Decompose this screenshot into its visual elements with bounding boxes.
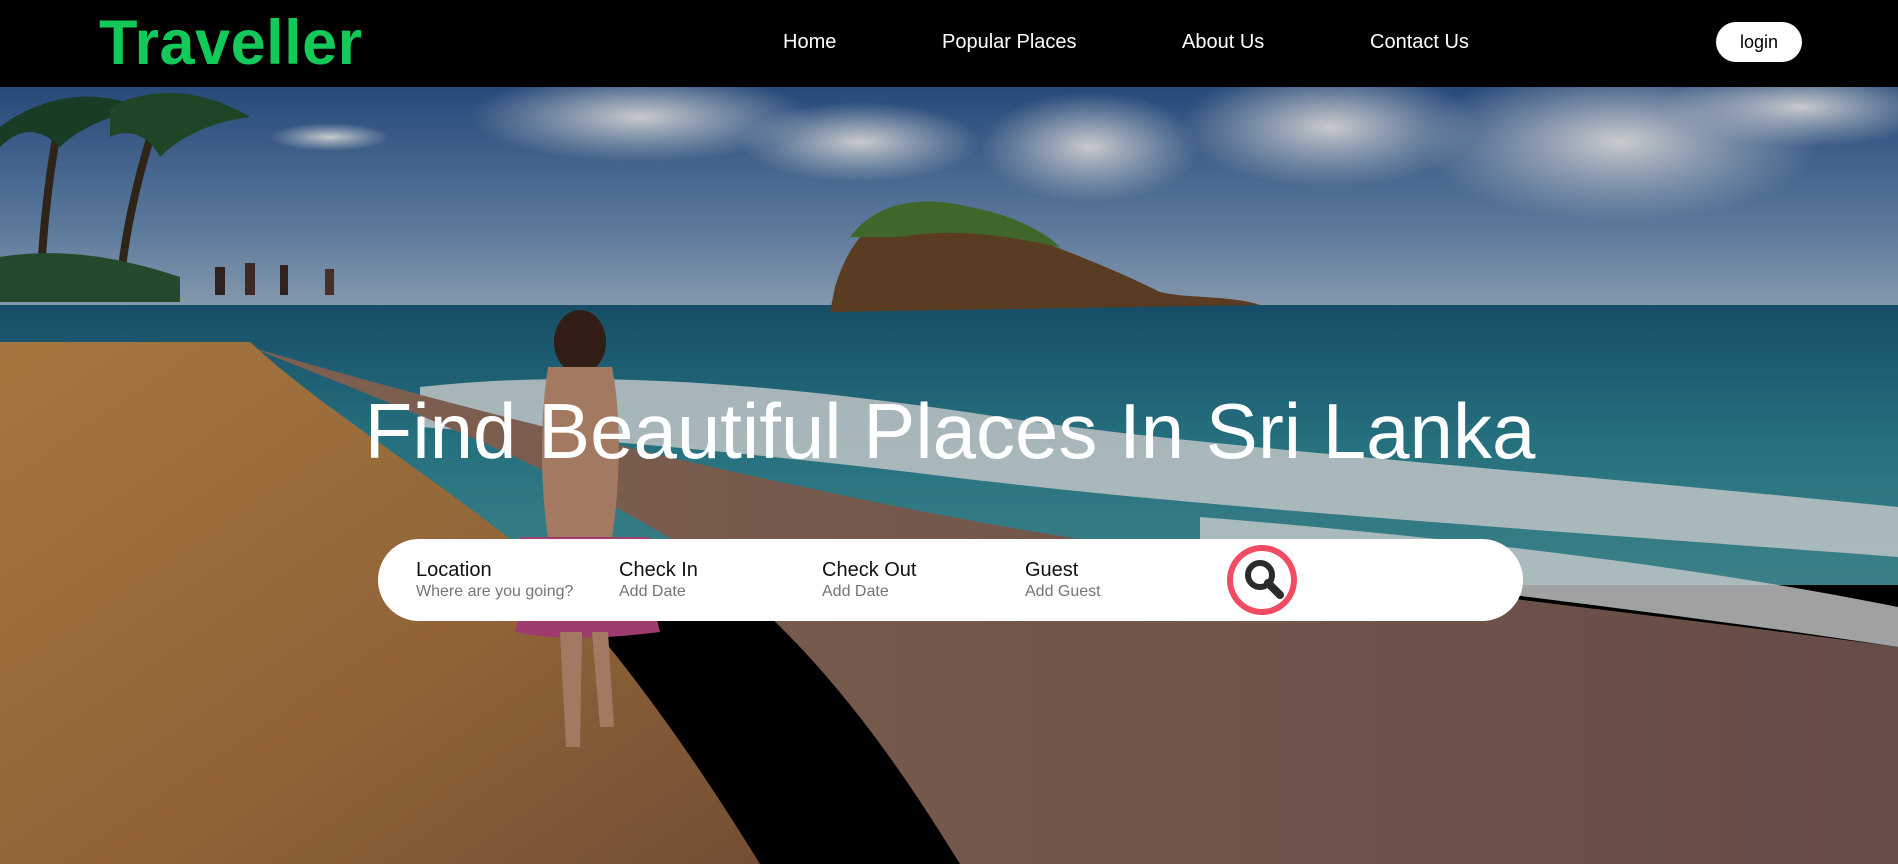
search-button-face: [1233, 551, 1291, 609]
nav-contact-us-link[interactable]: Contact Us: [1370, 30, 1469, 54]
guest-label: Guest: [1025, 559, 1079, 581]
check-in-label: Check In: [619, 559, 698, 581]
main-nav: Home Popular Places About Us Contact Us: [0, 0, 1898, 87]
top-navbar: Traveller Home Popular Places About Us C…: [0, 0, 1898, 87]
nav-about-us-link[interactable]: About Us: [1182, 30, 1264, 54]
check-out-field[interactable]: Check Out Add Date: [822, 558, 916, 601]
search-icon: [1245, 560, 1284, 599]
location-label: Location: [416, 559, 492, 581]
login-button[interactable]: login: [1716, 22, 1802, 62]
nav-home-link[interactable]: Home: [783, 30, 836, 54]
check-in-field[interactable]: Check In Add Date: [619, 558, 698, 601]
check-in-hint: Add Date: [619, 583, 686, 600]
nav-popular-places-link[interactable]: Popular Places: [942, 30, 1077, 54]
hero-overlay: [0, 87, 1898, 864]
guest-field[interactable]: Guest Add Guest: [1025, 558, 1101, 601]
location-hint: Where are you going?: [416, 583, 574, 600]
hero-section: Find Beautiful Places In Sri Lanka Locat…: [0, 87, 1898, 864]
guest-hint: Add Guest: [1025, 583, 1101, 600]
hero-headline: Find Beautiful Places In Sri Lanka: [364, 387, 1536, 475]
location-field[interactable]: Location Where are you going?: [416, 558, 573, 601]
search-bar: Location Where are you going? Check In A…: [378, 539, 1523, 621]
check-out-hint: Add Date: [822, 583, 889, 600]
search-button[interactable]: [1227, 545, 1297, 615]
check-out-label: Check Out: [822, 559, 917, 581]
